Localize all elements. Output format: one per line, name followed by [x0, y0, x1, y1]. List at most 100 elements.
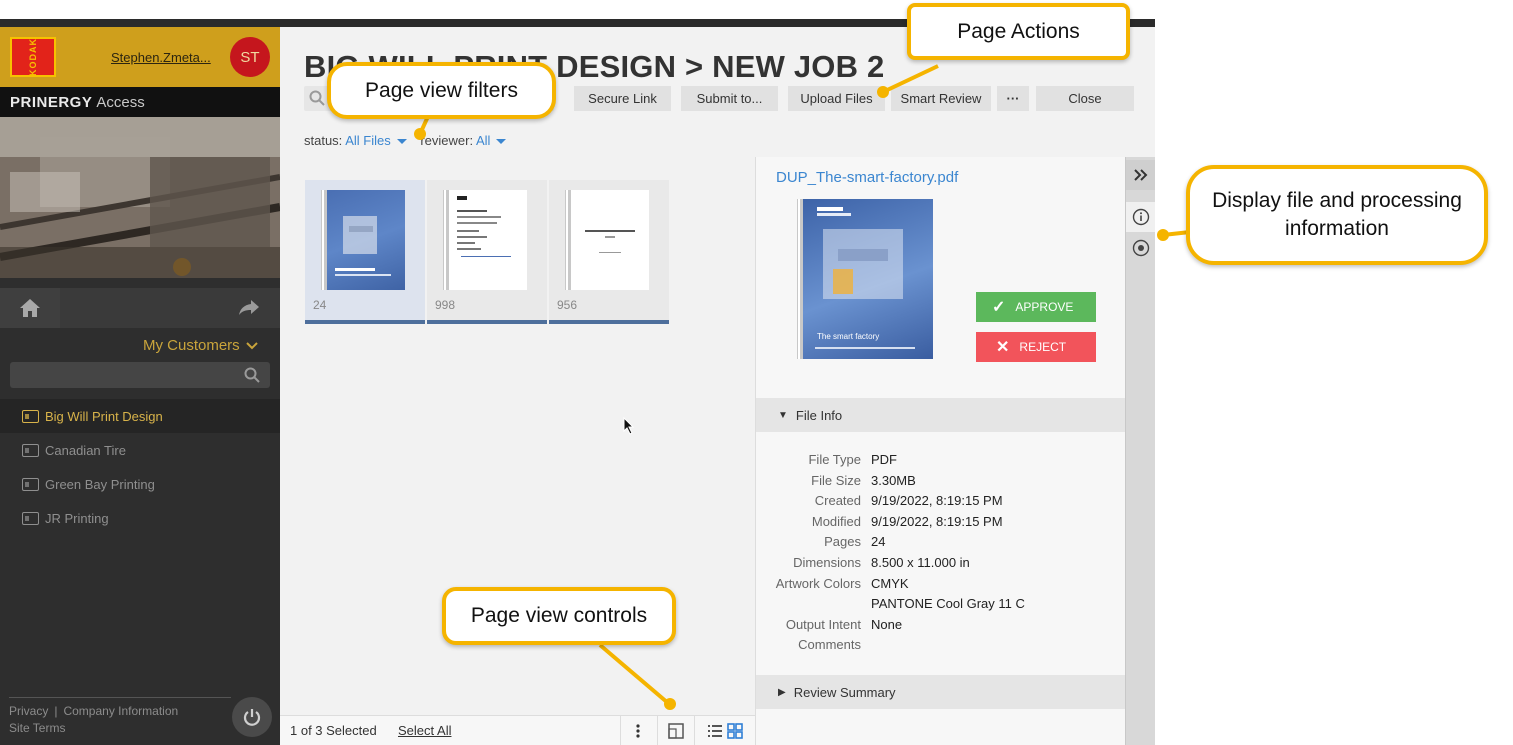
- close-button[interactable]: Close: [1036, 86, 1134, 111]
- file-thumbnail[interactable]: 998: [427, 180, 547, 324]
- product-sub: Access: [96, 94, 145, 111]
- logout-button[interactable]: [232, 697, 272, 737]
- customer-card-icon: [22, 477, 39, 491]
- file-info-value: 8.500 x 11.000 in: [871, 554, 970, 570]
- customer-list: Big Will Print Design Canadian Tire Gree…: [0, 399, 280, 535]
- reject-label: REJECT: [1019, 340, 1067, 354]
- search-icon: [309, 90, 325, 111]
- my-customers-dropdown[interactable]: My Customers: [143, 337, 258, 354]
- file-thumbnail[interactable]: 956: [549, 180, 669, 324]
- file-details-pane: DUP_The-smart-factory.pdf The smart fact…: [755, 157, 1125, 745]
- close-x-icon: ✕: [996, 339, 1010, 356]
- file-info-row: Artwork Colors CMYK: [756, 576, 1125, 597]
- customer-item-big-will-print-design[interactable]: Big Will Print Design: [0, 399, 280, 433]
- reviewer-filter-value: All: [476, 133, 491, 148]
- approve-button[interactable]: ✓ APPROVE: [976, 292, 1096, 322]
- file-info-label: Artwork Colors: [775, 575, 861, 591]
- customer-label: JR Printing: [45, 510, 109, 526]
- submit-to-button[interactable]: Submit to...: [681, 86, 778, 111]
- file-info-value: PANTONE Cool Gray 11 C: [871, 596, 1025, 612]
- callout-anchor-dot: [1157, 229, 1169, 241]
- avatar[interactable]: ST: [230, 37, 270, 77]
- factory-banner-illustration: [0, 117, 280, 278]
- secure-link-button[interactable]: Secure Link: [574, 86, 671, 111]
- thumbnail-document-image: [571, 190, 649, 290]
- site-terms-link[interactable]: Site Terms: [9, 720, 231, 737]
- customer-label: Green Bay Printing: [45, 476, 155, 492]
- callout-anchor-dot: [877, 86, 889, 98]
- vertical-dots-menu-button[interactable]: [632, 723, 644, 742]
- more-actions-button[interactable]: ···: [997, 86, 1029, 111]
- file-info-value: PDF: [871, 452, 897, 467]
- sidebar-nav-row: [0, 288, 280, 328]
- thumbnail-cover-image: [327, 190, 405, 290]
- customer-label: Big Will Print Design: [45, 408, 163, 424]
- file-info-value: 3.30MB: [871, 472, 916, 488]
- customer-item-jr-printing[interactable]: JR Printing: [0, 501, 280, 535]
- search-icon: [244, 367, 260, 388]
- home-icon: [20, 299, 40, 317]
- my-customers-label: My Customers: [143, 337, 240, 354]
- checkmark-icon: ✓: [992, 299, 1006, 316]
- callout-page-actions: Page Actions: [907, 3, 1130, 60]
- info-icon: [1132, 208, 1149, 226]
- file-info-value: None: [871, 616, 903, 632]
- share-arrow-icon: [239, 300, 259, 315]
- upload-files-button[interactable]: Upload Files: [788, 86, 885, 111]
- page-count: 998: [435, 298, 456, 312]
- thumbnail-document-image: [449, 190, 527, 290]
- company-info-link[interactable]: Company Information: [63, 704, 178, 718]
- grid-view-button[interactable]: [727, 723, 743, 742]
- share-button[interactable]: [238, 297, 260, 322]
- file-info-row: Output Intent None: [756, 617, 1125, 638]
- status-filter-label: status:: [304, 133, 343, 148]
- customer-item-canadian-tire[interactable]: Canadian Tire: [0, 433, 280, 467]
- chevron-down-icon: [245, 337, 258, 354]
- caret-down-icon: [496, 139, 507, 145]
- smart-review-button[interactable]: Smart Review: [891, 86, 991, 111]
- kodak-logo: KODAK: [10, 37, 56, 77]
- reviewer-filter-label: reviewer:: [420, 133, 474, 148]
- file-info-row: File Type PDF: [756, 452, 1125, 473]
- power-icon: [243, 709, 261, 726]
- grid-view-icon: [727, 723, 743, 739]
- customer-item-green-bay-printing[interactable]: Green Bay Printing: [0, 467, 280, 501]
- file-name-link[interactable]: DUP_The-smart-factory.pdf: [776, 169, 958, 186]
- file-info-tab[interactable]: [1126, 202, 1155, 232]
- reject-button[interactable]: ✕ REJECT: [976, 332, 1096, 362]
- divider: [694, 716, 695, 745]
- file-info-section-header[interactable]: ▼ File Info: [756, 398, 1125, 432]
- review-summary-section-header[interactable]: ▶ Review Summary: [756, 675, 1125, 709]
- processing-info-tab[interactable]: [1126, 233, 1155, 263]
- file-info-title: File Info: [795, 407, 843, 423]
- list-view-button[interactable]: [708, 724, 722, 741]
- divider: [620, 716, 621, 745]
- status-filter-dropdown[interactable]: All Files: [345, 133, 407, 148]
- select-all-link[interactable]: Select All: [398, 723, 451, 738]
- callout-display-info: Display file and processing information: [1186, 165, 1488, 265]
- caret-down-icon: [396, 139, 407, 145]
- main-panel: BIG WILL PRINT DESIGN > NEW JOB 2 Secure…: [280, 27, 1155, 745]
- file-preview-image[interactable]: The smart factory: [803, 199, 933, 359]
- page-count: 24: [313, 298, 327, 312]
- double-chevron-right-icon: [1133, 169, 1147, 181]
- mouse-cursor-icon: [623, 417, 635, 435]
- page-count: 956: [557, 298, 578, 312]
- page-view-controls-bar: 1 of 3 Selected Select All: [280, 715, 755, 745]
- file-info-row: File Size 3.30MB: [756, 473, 1125, 494]
- file-info-row: Pages 24: [756, 534, 1125, 555]
- file-info-value: CMYK: [871, 575, 909, 591]
- privacy-link[interactable]: Privacy: [9, 704, 48, 718]
- right-info-rail: [1125, 157, 1155, 745]
- customer-search-input[interactable]: [10, 362, 270, 388]
- file-thumbnail[interactable]: 24: [305, 180, 425, 324]
- customer-card-icon: [22, 443, 39, 457]
- user-name-link[interactable]: Stephen.Zmeta...: [111, 50, 211, 65]
- thumbnail-status-bar: [305, 320, 425, 324]
- panel-toggle-button[interactable]: [668, 723, 684, 742]
- collapse-pane-button[interactable]: [1126, 160, 1155, 190]
- reviewer-filter-dropdown[interactable]: All: [476, 133, 507, 148]
- home-button[interactable]: [0, 288, 60, 328]
- file-info-row: PANTONE Cool Gray 11 C: [756, 596, 1125, 617]
- file-info-label: Dimensions: [793, 554, 861, 570]
